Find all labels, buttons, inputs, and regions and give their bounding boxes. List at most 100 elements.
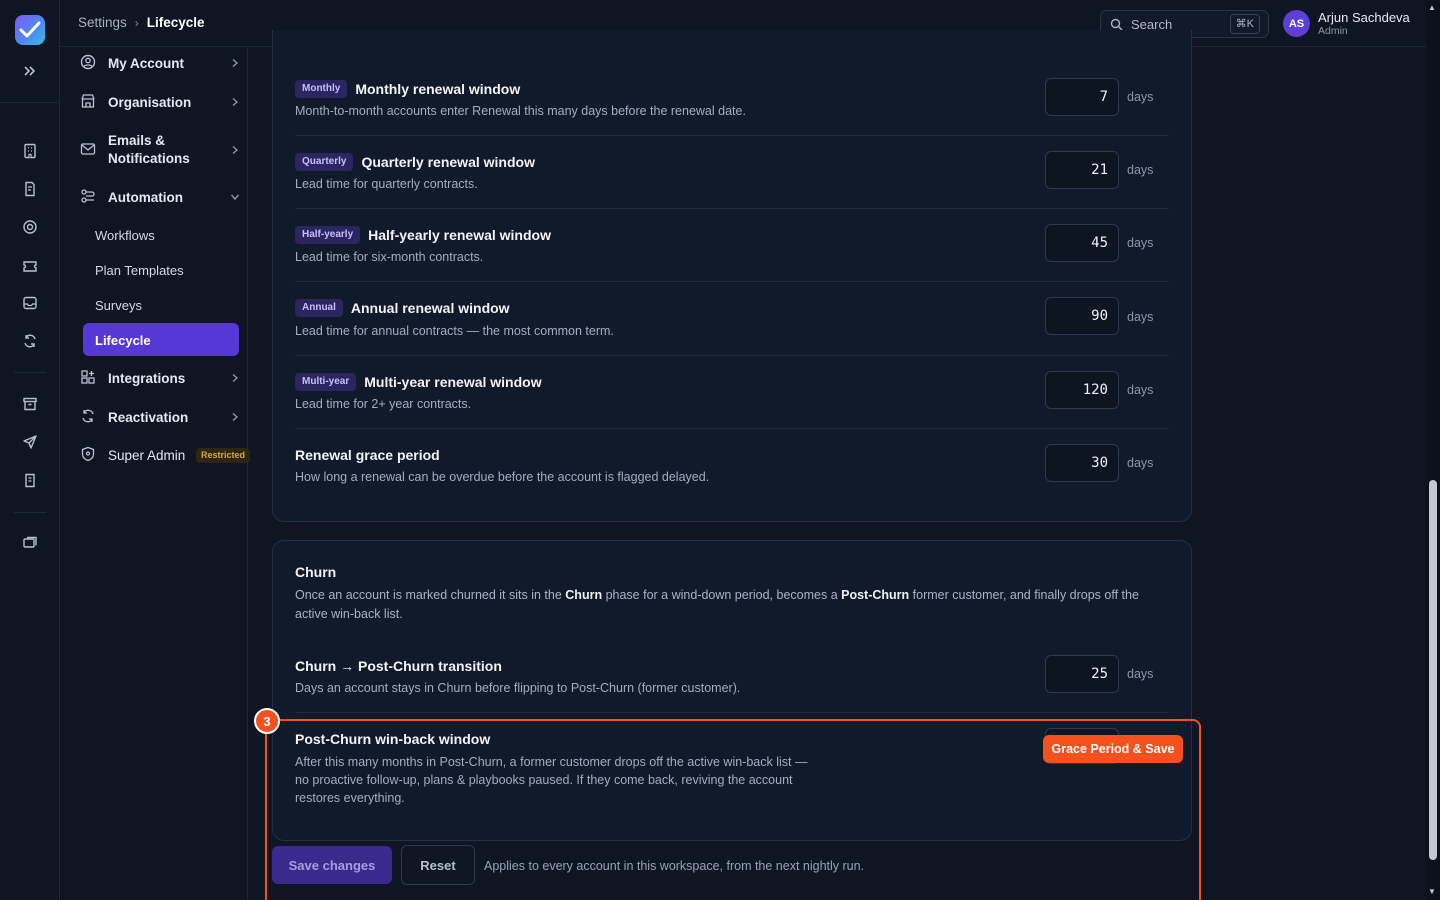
row-description: Lead time for 2+ year contracts.: [295, 397, 472, 411]
inbox-icon[interactable]: [18, 291, 42, 315]
grid-plus-icon: [80, 369, 98, 387]
quarterly-renewal-title: Quarterly Quarterly renewal window: [295, 153, 535, 171]
unit-label: days: [1127, 667, 1154, 681]
building-icon[interactable]: [18, 139, 42, 163]
sidebar-sub-lifecycle[interactable]: Lifecycle: [83, 323, 239, 356]
document-check-icon[interactable]: [18, 177, 42, 201]
row-title-text: Multi-year renewal window: [364, 374, 542, 390]
churn-transition-input[interactable]: 25: [1045, 655, 1119, 693]
churn-text: phase for a wind-down period, becomes a: [602, 588, 842, 602]
sidebar-item-label: Integrations: [108, 370, 186, 386]
app-logo-icon[interactable]: [15, 15, 45, 45]
monthly-renewal-title: Monthly Monthly renewal window: [295, 80, 520, 98]
chevron-right-icon: [230, 412, 240, 422]
annual-renewal-title: Annual Annual renewal window: [295, 299, 510, 317]
monthly-window-input[interactable]: 7: [1045, 78, 1119, 116]
divider: [295, 281, 1169, 282]
chevron-down-icon: [230, 192, 240, 202]
sidebar-item-emails-notifications[interactable]: Emails & Notifications: [80, 132, 240, 168]
sidebar-sub-workflows[interactable]: Workflows: [95, 228, 155, 243]
divider: [295, 355, 1169, 356]
send-icon[interactable]: [18, 430, 42, 454]
unit-label: days: [1127, 236, 1154, 250]
sidebar-item-my-account[interactable]: My Account: [80, 54, 240, 72]
sidebar-item-label: My Account: [108, 55, 185, 71]
divider: [295, 208, 1169, 209]
clipboard-icon[interactable]: [18, 468, 42, 492]
term-badge: Half-yearly: [295, 226, 361, 244]
chevron-right-icon: [230, 145, 240, 155]
scrollbar-thumb[interactable]: [1429, 480, 1437, 860]
settings-sidebar: My Account Organisation Emails & Notifica…: [60, 48, 251, 900]
unit-label: days: [1127, 90, 1154, 104]
icon-rail: [0, 0, 60, 900]
sidebar-item-label: Super Admin: [108, 447, 186, 463]
row-title-text: Monthly renewal window: [355, 81, 521, 97]
sidebar-item-label-2: Notifications: [108, 151, 190, 166]
chevron-right-icon: [230, 373, 240, 383]
restricted-badge: Restricted: [196, 448, 251, 463]
sidebar-item-label: Automation: [108, 189, 183, 205]
multi-year-window-input[interactable]: 120: [1045, 371, 1119, 409]
grace-period-save-button[interactable]: Grace Period & Save: [1043, 735, 1183, 763]
term-badge: Multi-year: [295, 373, 357, 391]
sidebar-item-automation[interactable]: Automation: [80, 188, 240, 206]
sidebar-item-label: Organisation: [108, 94, 192, 110]
term-badge: Quarterly: [295, 153, 354, 171]
churn-text: Once an account is marked churned it sit…: [295, 588, 566, 602]
refresh-icon[interactable]: [18, 329, 42, 353]
grace-period-title: Renewal grace period: [295, 447, 440, 463]
chevron-right-icon: [230, 97, 240, 107]
sidebar-item-label: Reactivation: [108, 409, 189, 425]
row-title-text: Annual renewal window: [350, 300, 510, 316]
sidebar-sub-plan-templates[interactable]: Plan Templates: [95, 263, 184, 278]
breadcrumb-current: Lifecycle: [146, 15, 205, 30]
archive-icon[interactable]: [18, 392, 42, 416]
shield-icon: [80, 446, 98, 464]
row-description: Lead time for annual contracts — the mos…: [295, 324, 614, 338]
scroll-up-icon[interactable]: ▲: [1428, 4, 1438, 12]
chevron-right-icon: [230, 58, 240, 68]
divider: [295, 428, 1169, 429]
churn-transition-title: Churn → Post-Churn transition: [295, 658, 502, 674]
chevron-right-icon: ›: [134, 15, 139, 30]
unit-label: days: [1127, 383, 1154, 397]
expand-sidebar-icon[interactable]: [18, 59, 42, 83]
mail-icon: [80, 141, 98, 159]
row-description: Lead time for six-month contracts.: [295, 250, 484, 264]
sidebar-item-organisation[interactable]: Organisation: [80, 93, 240, 111]
divider: [295, 135, 1169, 136]
quarterly-window-input[interactable]: 21: [1045, 151, 1119, 189]
avatar[interactable]: AS: [1283, 10, 1310, 37]
post-churn-term: Post-Churn: [841, 588, 910, 602]
term-badge: Monthly: [295, 80, 348, 98]
cards-icon[interactable]: [18, 531, 42, 555]
user-name[interactable]: Arjun Sachdeva: [1318, 10, 1410, 25]
ticket-icon[interactable]: [18, 254, 42, 278]
row-title-text: Quarterly renewal window: [361, 154, 535, 170]
churn-heading: Churn: [295, 564, 337, 580]
user-circle-icon: [80, 54, 98, 72]
divider: [295, 712, 1169, 713]
multi-year-renewal-title: Multi-year Multi-year renewal window: [295, 373, 542, 391]
scroll-down-icon[interactable]: ▼: [1428, 888, 1438, 896]
sidebar-item-reactivation[interactable]: Reactivation: [80, 408, 240, 426]
tutorial-step-badge: 3: [254, 708, 280, 734]
workflow-icon: [80, 188, 98, 206]
churn-description: Once an account is marked churned it sit…: [295, 586, 1165, 624]
target-icon[interactable]: [18, 215, 42, 239]
row-description: Days an account stays in Churn before fl…: [295, 681, 741, 695]
refresh-icon: [80, 408, 98, 426]
search-shortcut: ⌘K: [1229, 14, 1260, 34]
unit-label: days: [1127, 310, 1154, 324]
sidebar-item-integrations[interactable]: Integrations: [80, 369, 240, 387]
annual-window-input[interactable]: 90: [1045, 297, 1119, 335]
grace-period-input[interactable]: 30: [1045, 444, 1119, 482]
row-description: How long a renewal can be overdue before…: [295, 470, 710, 484]
sidebar-sub-surveys[interactable]: Surveys: [95, 298, 142, 313]
breadcrumb-settings[interactable]: Settings: [78, 15, 127, 30]
half-yearly-window-input[interactable]: 45: [1045, 224, 1119, 262]
store-icon: [80, 93, 98, 111]
sidebar-item-label: Emails &: [108, 133, 166, 148]
row-description: Lead time for quarterly contracts.: [295, 177, 478, 191]
